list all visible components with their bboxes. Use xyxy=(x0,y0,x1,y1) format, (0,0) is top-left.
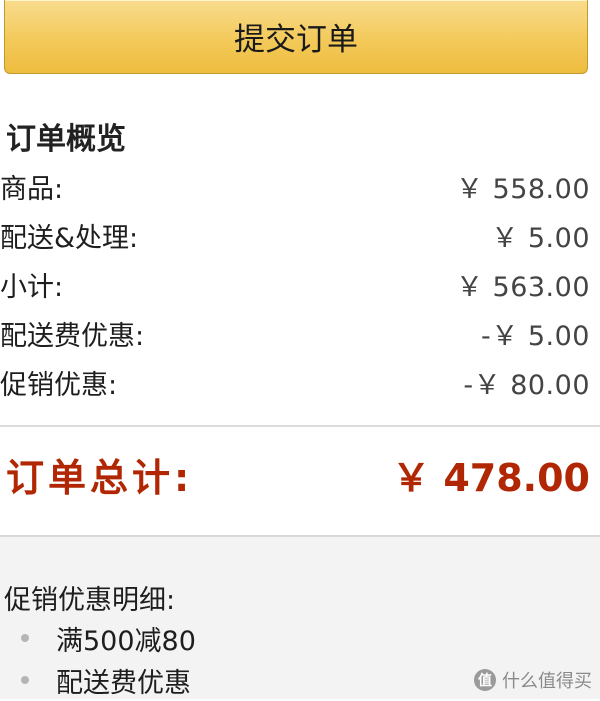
summary-row-shipping-discount: 配送费优惠: -￥ 5.00 xyxy=(0,313,590,353)
smzdm-logo-icon: 值 xyxy=(474,669,496,691)
summary-row-value: ￥ 563.00 xyxy=(455,271,590,303)
summary-row-value: -￥ 5.00 xyxy=(481,320,590,352)
summary-divider xyxy=(0,425,600,427)
submit-order-button[interactable]: 提交订单 xyxy=(4,0,588,74)
summary-row-items: 商品: ￥ 558.00 xyxy=(0,166,590,206)
summary-row-subtotal: 小计: ￥ 563.00 xyxy=(0,264,590,304)
watermark-text: 什么值得买 xyxy=(502,671,592,692)
summary-row-promo-discount: 促销优惠: -￥ 80.00 xyxy=(0,362,590,402)
summary-row-label: 配送&处理: xyxy=(0,222,139,254)
list-item: 满500减80 xyxy=(0,617,600,659)
promo-item-text: 满500减80 xyxy=(56,625,196,657)
order-total-value: ￥ 478.00 xyxy=(392,455,590,500)
summary-row-label: 配送费优惠: xyxy=(0,320,145,352)
promo-item-text: 配送费优惠 xyxy=(56,667,191,699)
bullet-icon xyxy=(21,634,29,642)
summary-row-shipping: 配送&处理: ￥ 5.00 xyxy=(0,215,590,255)
summary-row-label: 商品: xyxy=(0,173,64,205)
order-summary-title: 订单概览 xyxy=(6,122,126,157)
bullet-icon xyxy=(21,676,29,684)
summary-row-value: ￥ 558.00 xyxy=(455,173,590,205)
watermark: 值 什么值得买 xyxy=(474,667,592,693)
order-total-row: 订单总计: ￥ 478.00 xyxy=(6,446,590,502)
summary-row-label: 小计: xyxy=(0,271,64,303)
order-total-label: 订单总计: xyxy=(6,455,194,500)
promo-details-title: 促销优惠明细: xyxy=(4,585,176,616)
summary-row-label: 促销优惠: xyxy=(0,369,118,401)
summary-row-value: -￥ 80.00 xyxy=(463,369,590,401)
summary-row-value: ￥ 5.00 xyxy=(491,222,590,254)
